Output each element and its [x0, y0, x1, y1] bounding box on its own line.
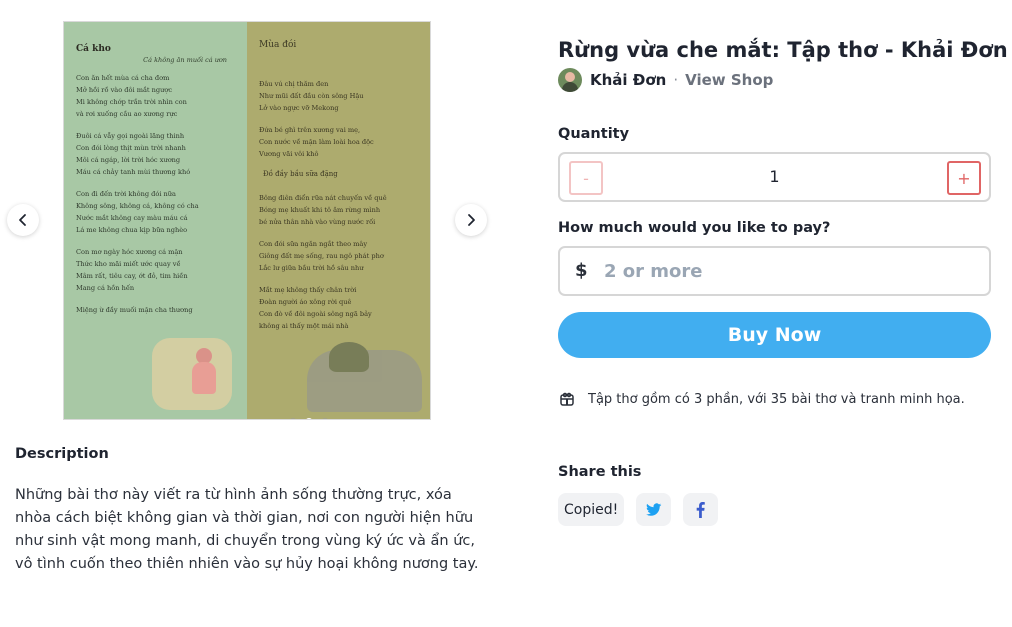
- product-info-text: Tập thơ gồm có 3 phần, với 35 bài thơ và…: [588, 391, 965, 407]
- separator-dot: ·: [673, 71, 679, 89]
- product-info-row: Tập thơ gồm có 3 phần, với 35 bài thơ và…: [558, 390, 965, 408]
- poem-stanza: Đâu vú chị thăm đen Như mũi đất đầu còn …: [259, 78, 422, 114]
- share-facebook-button[interactable]: [683, 493, 719, 526]
- author-name[interactable]: Khải Đơn: [590, 71, 666, 89]
- poem-stanza: Đuôi cá vẫy gọi ngoài lãng thinh Con đói…: [76, 130, 237, 178]
- book-page-right: Mùa đói Đâu vú chị thăm đen Như mũi đất …: [247, 22, 430, 419]
- poem-stanza: Mắt mẹ không thấy chân trời Đoàn người á…: [259, 284, 422, 332]
- gift-box-icon: [558, 390, 576, 408]
- price-field-wrapper: $: [558, 246, 991, 296]
- description-body: Những bài thơ này viết ra từ hình ảnh số…: [15, 487, 479, 572]
- poem-title-left: Cá kho: [76, 44, 111, 54]
- quantity-label: Quantity: [558, 126, 630, 142]
- poem-title-right: Mùa đói: [259, 40, 297, 50]
- poem-line: Mở hồi rồ vào đôi mắt ngược: [76, 86, 173, 94]
- poem-line: Không sông, không cá, không có cha: [76, 202, 199, 210]
- poem-line: Đuôi cá vẫy gọi ngoài lãng thinh: [76, 132, 185, 140]
- poem-line: Bóng mẹ khuất khi tô ăm rừng mình: [259, 206, 381, 214]
- facebook-icon: [696, 501, 706, 518]
- currency-symbol: $: [575, 260, 588, 281]
- illustration-rocks-plants: [307, 342, 422, 412]
- avatar[interactable]: [558, 68, 582, 92]
- carousel-next-button[interactable]: [455, 204, 487, 236]
- poem-line: Con ăn hết mùa cá cha đơm: [76, 74, 170, 82]
- poem-line: Môi cá ngáp, lời trời hóc xương: [76, 156, 181, 164]
- price-label: How much would you like to pay?: [558, 220, 831, 236]
- poem-line: Đứa bé ghì trên xương vai mẹ,: [259, 126, 361, 134]
- poem-line: Con đói sữa ngăn ngắt theo mây: [259, 240, 368, 248]
- poem-line: Mi không chớp trắn trời nhìn con: [76, 98, 187, 106]
- poem-stanza: Con mơ ngày hóc xương cá mặn Thức kho mã…: [76, 246, 237, 294]
- poem-line: Con nước về mặn làm loài hoa độc: [259, 138, 374, 146]
- copy-link-button[interactable]: Copied!: [558, 493, 625, 526]
- chevron-left-icon: [19, 214, 26, 226]
- poem-line: Lá me không chua kịp bữa nghèo: [76, 226, 188, 234]
- poem-line: Bông điên điển rữa nát chuyến về quê: [259, 194, 387, 202]
- poem-line: Mang cá hồn hến: [76, 284, 135, 292]
- poem-line: Con mơ ngày hóc xương cá mặn: [76, 248, 183, 256]
- poem-line: Miệng ừ đầy muối mặn cha thương: [76, 306, 193, 314]
- carousel-dot[interactable]: [321, 418, 329, 419]
- product-image-carousel: Cá kho Cá không ăn muối cá ươn Con ăn hế…: [0, 0, 500, 440]
- buy-now-button[interactable]: Buy Now: [558, 312, 991, 358]
- share-heading: Share this: [558, 464, 642, 480]
- carousel-dot[interactable]: [289, 418, 297, 419]
- poem-line: Nước mắt không cay màu máu cá: [76, 214, 188, 222]
- poem-stanza: Con ăn hết mùa cá cha đơm Mở hồi rồ vào …: [76, 72, 237, 120]
- poem-line: Lắc lư giữa bầu trời hồ sâu như: [259, 264, 364, 272]
- poem-line: bé nửa thân nhà vào vùng nước rối: [259, 218, 376, 226]
- increment-button[interactable]: +: [947, 161, 981, 195]
- poem-section-heading: Đồ đầy bầu sữa đặng: [263, 170, 338, 178]
- author-row: Khải Đơn · View Shop: [558, 68, 773, 92]
- poem-line: Con đi đến trời không đói nữa: [76, 190, 176, 198]
- poem-line: Con đò về đôi ngoài sông ngã bảy: [259, 310, 372, 318]
- quantity-stepper: - 1 +: [558, 152, 991, 202]
- chevron-right-icon: [468, 214, 475, 226]
- carousel-dot-active[interactable]: [305, 418, 313, 419]
- poem-line: Mâm rất, tiêu cay, ớt đỏ, tim hiền: [76, 272, 188, 280]
- poem-line: Con đói lòng thịt mùn trời nhanh: [76, 144, 186, 152]
- poem-stanza: Con đi đến trời không đói nữa Không sông…: [76, 188, 237, 236]
- poem-line: Vương vãi vôi khô: [259, 150, 319, 158]
- illustration-sitting-girl: [152, 338, 232, 410]
- poem-line: Đâu vú chị thăm đen: [259, 80, 329, 88]
- poem-line: Giông đất mẹ sống, rau ngô phát phơ: [259, 252, 384, 260]
- price-input[interactable]: [604, 257, 964, 285]
- carousel-dots: [289, 418, 329, 419]
- poem-line: Như mũi đất đầu còn sông Hậu: [259, 92, 364, 100]
- view-shop-link[interactable]: View Shop: [685, 71, 773, 89]
- share-buttons: Copied!: [558, 493, 719, 526]
- share-twitter-button[interactable]: [636, 493, 672, 526]
- description-heading: Description: [15, 446, 109, 462]
- poem-line: và rơi xuống cầu ao xương rực: [76, 110, 178, 118]
- product-title: Rừng vừa che mắt: Tập thơ - Khải Đơn: [558, 38, 1008, 62]
- poem-subtitle-left: Cá không ăn muối cá ươn: [143, 56, 227, 64]
- poem-line: Đoàn người áo xông rời quê: [259, 298, 352, 306]
- carousel-slide-book-spread: Cá kho Cá không ăn muối cá ươn Con ăn hế…: [63, 21, 431, 420]
- book-page-left: Cá kho Cá không ăn muối cá ươn Con ăn hế…: [64, 22, 247, 419]
- carousel-prev-button[interactable]: [7, 204, 39, 236]
- poem-line: Máu cá chảy tanh mùi thương khó: [76, 168, 191, 176]
- poem-line: Lở vào ngực vỡ Mekong: [259, 104, 339, 112]
- quantity-value[interactable]: 1: [560, 167, 989, 186]
- poem-stanza: Bông điên điển rữa nát chuyến về quê Bón…: [259, 192, 422, 228]
- poem-stanza: Miệng ừ đầy muối mặn cha thương: [76, 304, 237, 316]
- poem-stanza: Đứa bé ghì trên xương vai mẹ, Con nước v…: [259, 124, 422, 160]
- twitter-icon: [645, 502, 662, 516]
- poem-line: Thức kho mãi miết ước quay về: [76, 260, 181, 268]
- poem-line: Mắt mẹ không thấy chân trời: [259, 286, 357, 294]
- poem-stanza: Con đói sữa ngăn ngắt theo mây Giông đất…: [259, 238, 422, 274]
- poem-line: không ai thấy một mái nhà: [259, 322, 349, 330]
